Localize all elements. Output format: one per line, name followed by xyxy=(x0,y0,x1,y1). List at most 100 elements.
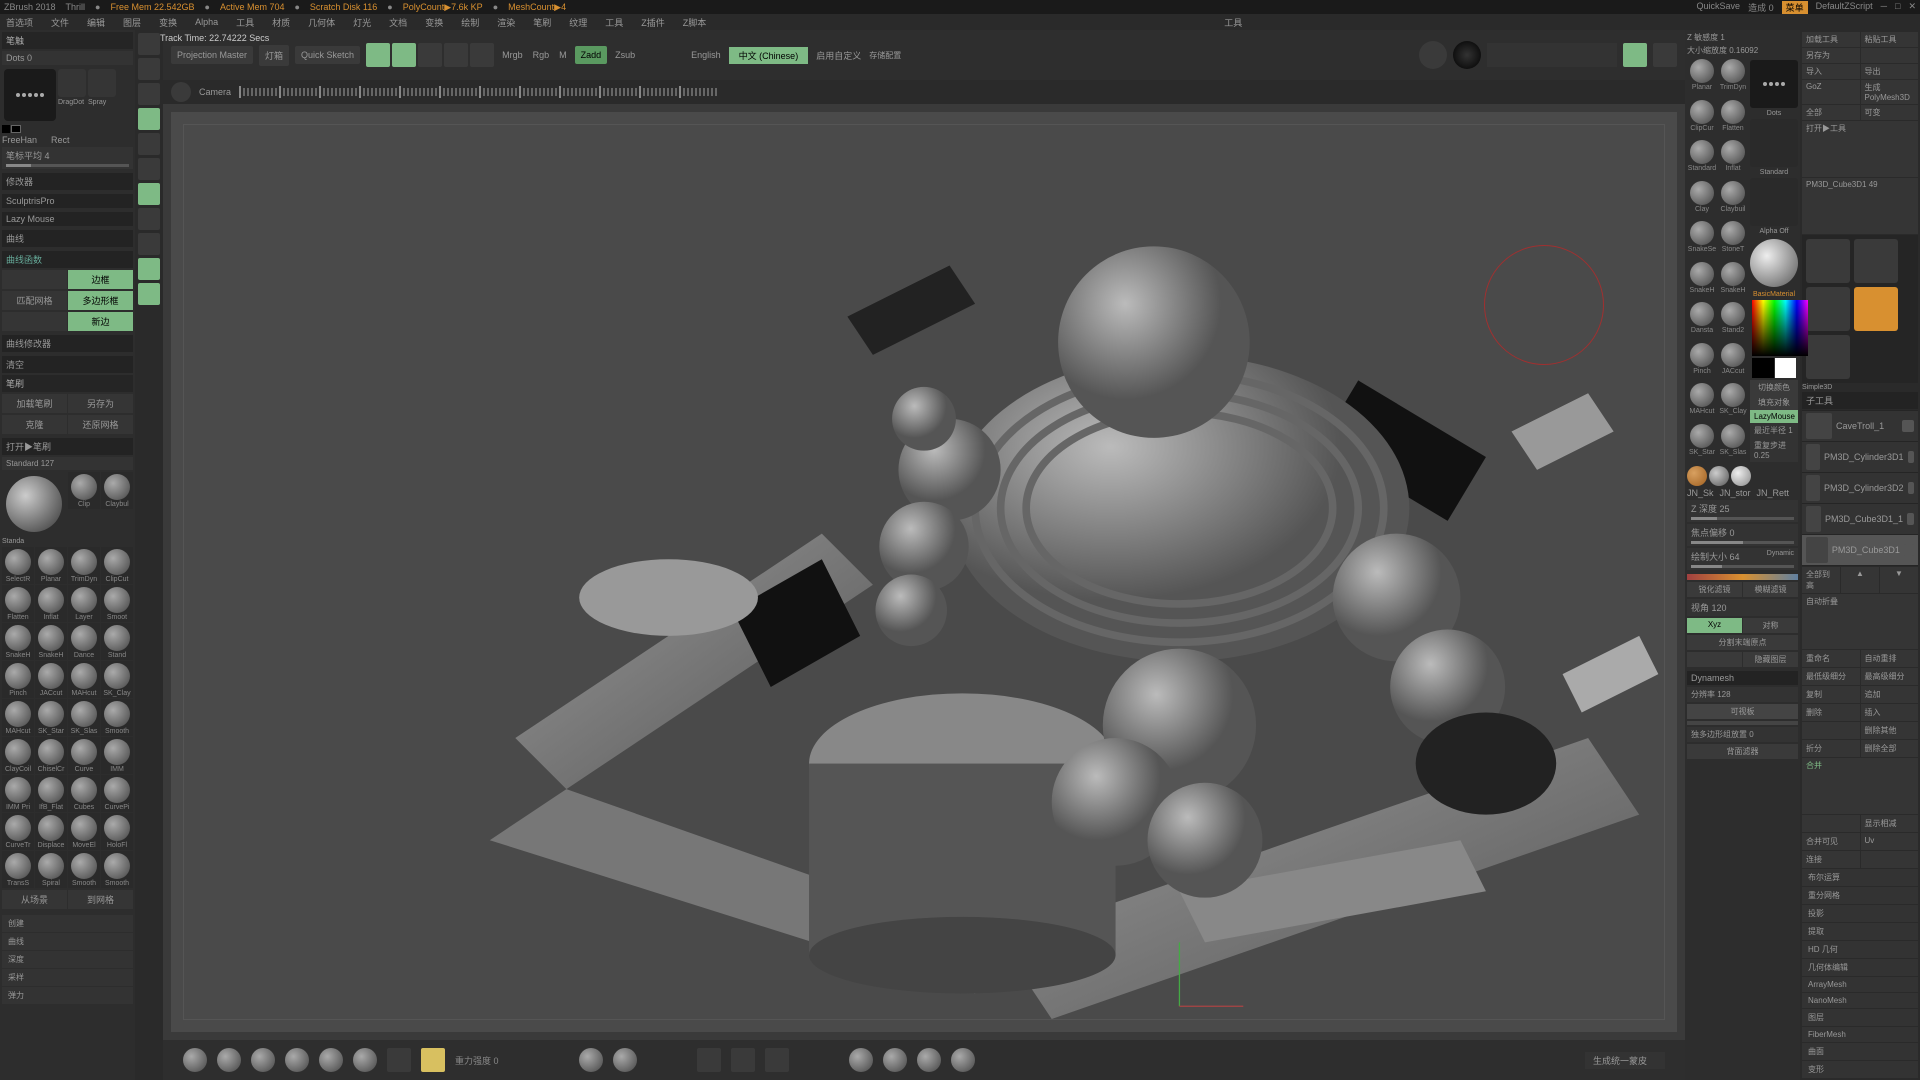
render-bar[interactable] xyxy=(1487,43,1617,67)
z-intensity[interactable]: Z 敏感度 1 xyxy=(1687,32,1798,43)
append-btn[interactable]: 追加 xyxy=(1861,686,1919,703)
brush-item[interactable]: SnakeH xyxy=(1718,261,1748,301)
material-sphere[interactable] xyxy=(1687,466,1707,486)
focal-shift-slider[interactable]: 焦点偏移 0 xyxy=(1687,524,1798,546)
spray-stroke[interactable] xyxy=(88,69,116,97)
brush-item[interactable]: SK_Star xyxy=(1687,423,1717,463)
mergedown-btn[interactable]: 合并可见 xyxy=(1802,833,1860,850)
duplicate-btn[interactable]: 复制 xyxy=(1802,686,1860,703)
brush-item[interactable]: Standard xyxy=(1687,139,1717,179)
brush-item[interactable]: SnakeH xyxy=(1687,261,1717,301)
stroke-alpha[interactable] xyxy=(1750,60,1798,108)
brush-item[interactable]: Planar xyxy=(1687,58,1717,98)
brush-item[interactable]: Stand xyxy=(101,623,133,660)
rotate-icon[interactable] xyxy=(444,43,468,67)
subtool-item[interactable]: PM3D_Cylinder3D2 xyxy=(1802,473,1918,503)
brush-item[interactable]: MAHcut xyxy=(68,661,100,698)
bottom-brush[interactable] xyxy=(883,1048,907,1072)
menu-item[interactable]: 编辑 xyxy=(87,16,105,29)
reset-brush-btn[interactable]: 还原网格 xyxy=(68,415,133,434)
brush-item[interactable]: SK_Clay xyxy=(1718,382,1748,422)
bottom-brush[interactable] xyxy=(353,1048,377,1072)
list-item[interactable]: 弹力 xyxy=(2,987,133,1004)
strip-icon[interactable] xyxy=(138,233,160,255)
strip-icon[interactable] xyxy=(138,258,160,280)
brush-item[interactable]: JACcut xyxy=(35,661,67,698)
brush-item[interactable]: Inflat xyxy=(1718,139,1748,179)
eye-icon[interactable] xyxy=(1907,513,1914,525)
tool-thumb[interactable] xyxy=(1854,287,1898,331)
close-icon[interactable]: ✕ xyxy=(1908,1,1916,14)
curvemod-section[interactable]: 曲线修改器 xyxy=(2,335,133,352)
eye-icon[interactable] xyxy=(1908,482,1914,494)
fromscene-btn[interactable]: 从场景 xyxy=(2,890,67,909)
rename-btn[interactable]: 重命名 xyxy=(1802,650,1860,667)
brush-item[interactable]: Pinch xyxy=(1687,342,1717,382)
boolean-btn[interactable]: 显示相减 xyxy=(1861,815,1919,832)
viewport[interactable] xyxy=(171,112,1677,1032)
strip-icon[interactable] xyxy=(138,33,160,55)
menu-item[interactable]: 工具 xyxy=(605,16,623,29)
current-brush[interactable] xyxy=(6,476,62,532)
m-btn[interactable]: M xyxy=(557,48,569,62)
gradient-strip[interactable] xyxy=(1687,574,1798,580)
brush-item[interactable]: Claybul xyxy=(101,472,133,509)
menu-item[interactable]: 几何体 xyxy=(308,16,335,29)
sculptris-section[interactable]: SculptrisPro xyxy=(2,194,133,208)
deformation-section[interactable]: 变形 xyxy=(1802,1061,1918,1078)
subtool-item[interactable]: CaveTroll_1 xyxy=(1802,411,1918,441)
brush-item[interactable]: JACcut xyxy=(1718,342,1748,382)
xyz-btn[interactable]: Xyz xyxy=(1687,618,1742,633)
draw-icon[interactable] xyxy=(366,43,390,67)
brush-item[interactable]: SK_Clay xyxy=(101,661,133,698)
curvefunc-section[interactable]: 曲线函数 xyxy=(2,251,133,268)
dragdot-stroke[interactable] xyxy=(58,69,86,97)
deleteother-btn[interactable]: 删除其他 xyxy=(1861,722,1919,739)
create-unified-skin[interactable]: 生成统一蒙皮 xyxy=(1585,1052,1665,1069)
fill-object-btn[interactable]: 填充对象 xyxy=(1750,395,1798,410)
tool-thumb[interactable] xyxy=(1806,335,1850,379)
list-item[interactable]: 深度 xyxy=(2,951,133,968)
bottom-brush[interactable] xyxy=(183,1048,207,1072)
brush-item[interactable]: Dansta xyxy=(1687,301,1717,341)
connect-btn[interactable]: 连接 xyxy=(1802,851,1860,868)
stroke-title[interactable]: 笔触 xyxy=(2,32,133,49)
brush-item[interactable]: StoneT xyxy=(1718,220,1748,260)
strip-icon[interactable] xyxy=(138,108,160,130)
allhigh-btn[interactable]: 全部到高 xyxy=(1802,567,1840,593)
strip-icon[interactable] xyxy=(138,183,160,205)
rgb-btn[interactable]: Rgb xyxy=(531,48,552,62)
load-brush-btn[interactable]: 加载笔刷 xyxy=(2,394,67,413)
size-scale[interactable]: 大小缩放度 0.16092 xyxy=(1687,45,1798,56)
subtool-item[interactable]: PM3D_Cube3D1_1 xyxy=(1802,504,1918,534)
eye-icon[interactable] xyxy=(1902,420,1914,432)
brush-item[interactable]: Flatten xyxy=(2,585,34,622)
scale-icon[interactable] xyxy=(418,43,442,67)
menu-item[interactable]: 变换 xyxy=(159,16,177,29)
sharp-filter-btn[interactable]: 锐化滤镜 xyxy=(1687,582,1742,597)
bottom-slot[interactable] xyxy=(697,1048,721,1072)
brush-item[interactable]: Curve xyxy=(68,737,100,774)
brush-item[interactable]: Spiral xyxy=(35,851,67,888)
secondary-swatch[interactable] xyxy=(1775,358,1797,378)
menu-item[interactable]: Z插件 xyxy=(641,16,665,29)
surface-section[interactable]: 曲面 xyxy=(1802,1043,1918,1060)
mrgb-btn[interactable]: Mrgb xyxy=(500,48,525,62)
brush-item[interactable]: ClipCur xyxy=(1687,99,1717,139)
menu-item[interactable]: 文档 xyxy=(389,16,407,29)
autoreorder-btn[interactable]: 自动重排 xyxy=(1861,650,1919,667)
brush-item[interactable]: CurvePi xyxy=(101,775,133,812)
menu-item[interactable]: 变换 xyxy=(425,16,443,29)
brush-avg-slider[interactable]: 笔标平均 4 xyxy=(2,147,133,169)
rect-icon[interactable] xyxy=(11,125,21,133)
meshpoly-section[interactable]: 重分网格 xyxy=(1802,887,1918,904)
lazymouse-btn[interactable]: LazyMouse xyxy=(1750,410,1798,423)
lightbox-btn[interactable]: 灯箱 xyxy=(259,45,289,66)
export-btn[interactable]: 导出 xyxy=(1861,64,1919,79)
open-tool[interactable]: 打开▶工具 xyxy=(1802,121,1918,177)
clear-btn[interactable]: 清空 xyxy=(2,356,133,373)
bottom-brush[interactable] xyxy=(849,1048,873,1072)
brush-item[interactable]: IMM Pri xyxy=(2,775,34,812)
open-brush[interactable]: 打开▶笔刷 xyxy=(2,438,133,455)
brush-item[interactable]: Planar xyxy=(35,547,67,584)
